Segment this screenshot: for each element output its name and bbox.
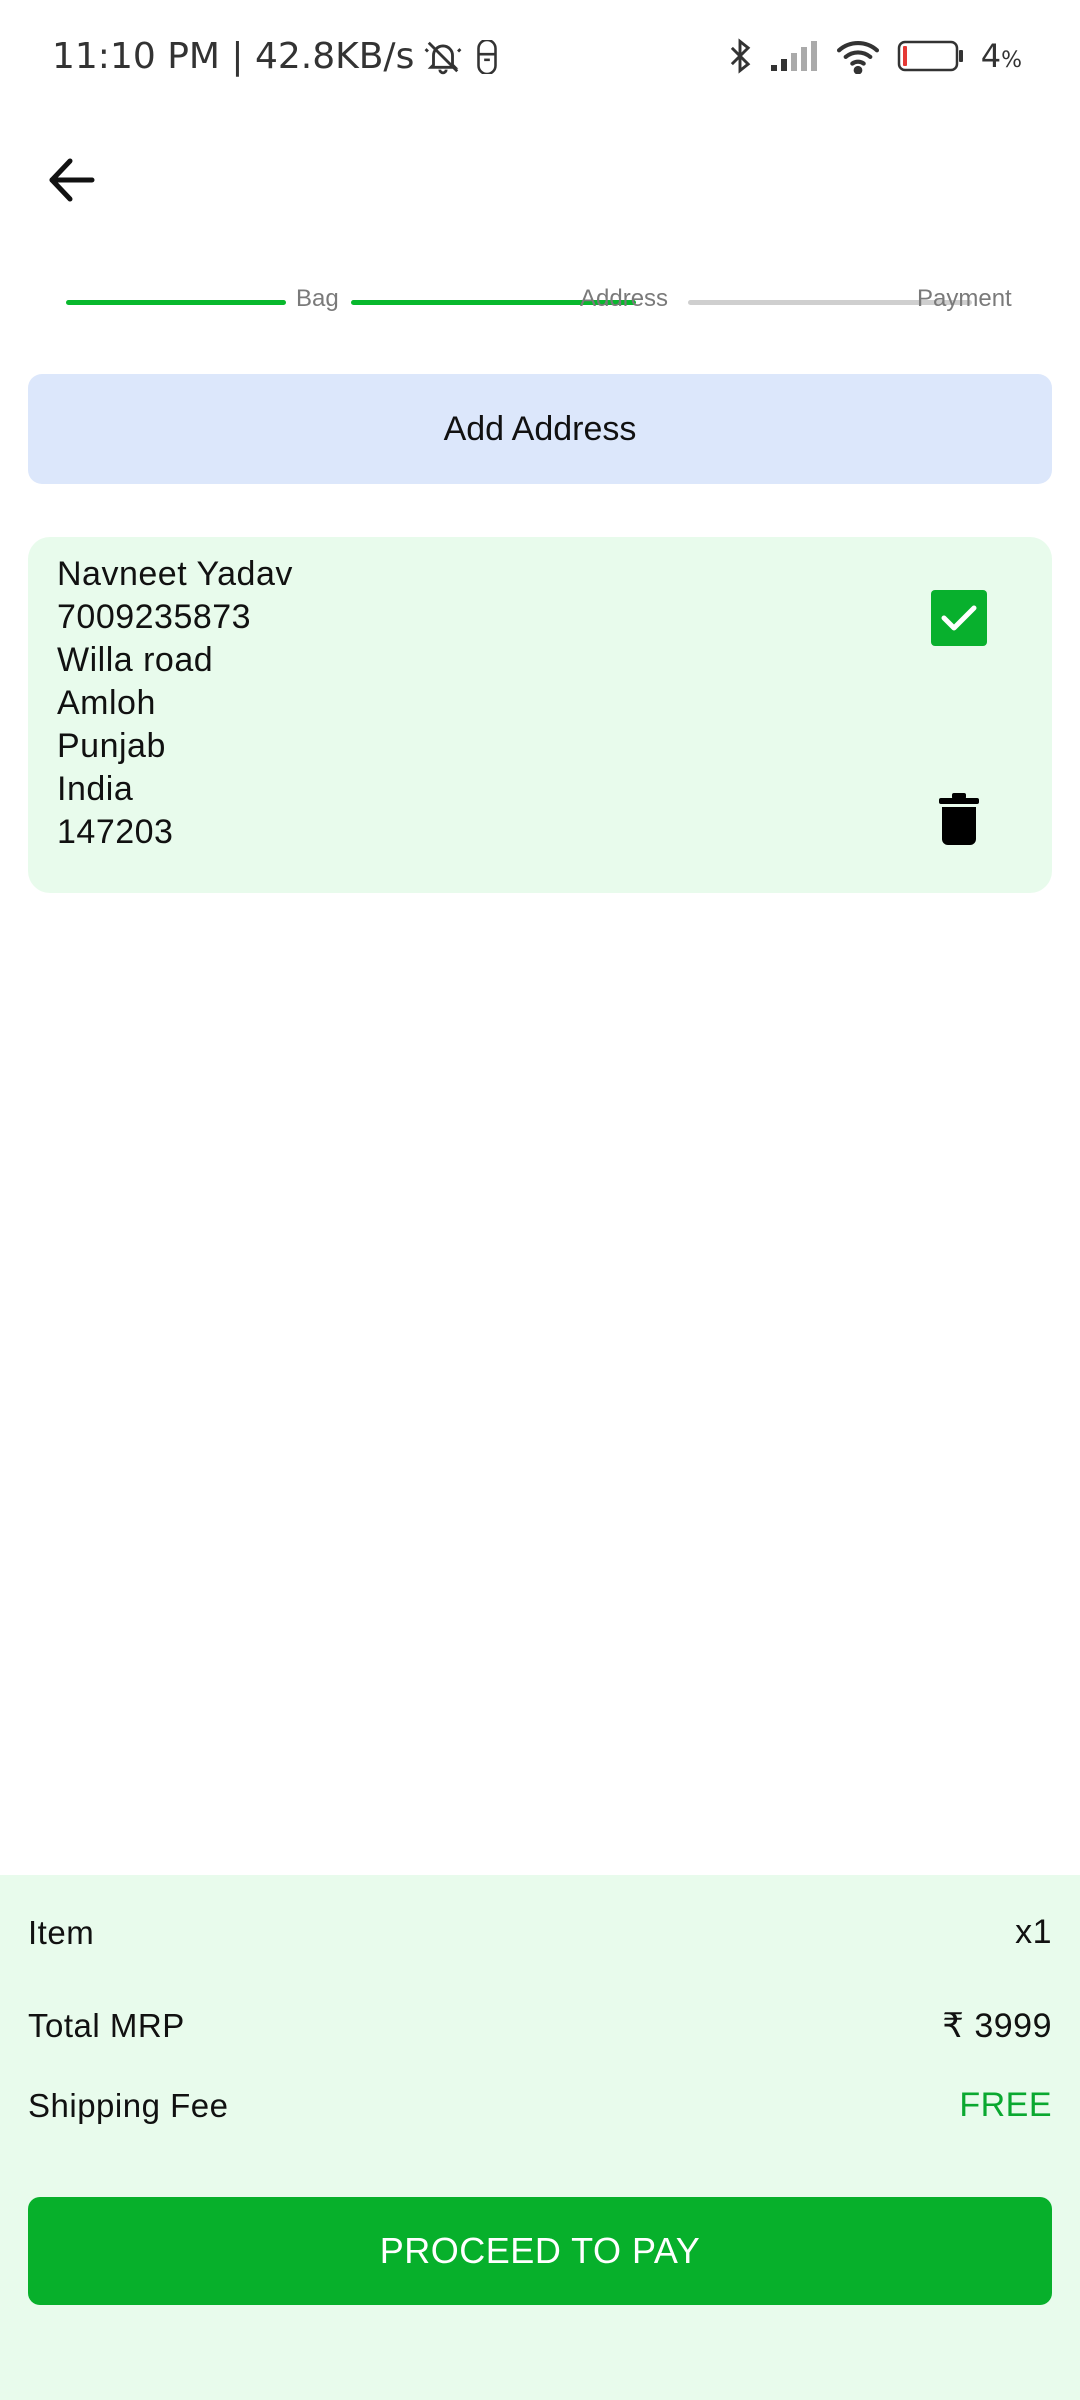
back-button[interactable] — [42, 150, 102, 210]
checkout-address-screen: 11:10 PM | 42.8KB/s 4% Bag Address Payme… — [0, 0, 1080, 2400]
mute-bell-icon — [424, 38, 462, 76]
status-left: 11:10 PM | 42.8KB/s — [52, 36, 502, 77]
delete-address-button[interactable] — [933, 789, 985, 849]
wifi-icon — [835, 38, 881, 74]
summary-mrp-row: Total MRP ₹ 3999 — [28, 2006, 1052, 2046]
battery-icon — [897, 39, 965, 73]
item-value: x1 — [1015, 1913, 1052, 1951]
signal-icon — [769, 39, 819, 73]
address-card[interactable]: Navneet Yadav 7009235873 Willa road Amlo… — [28, 537, 1052, 893]
checkout-stepper: Bag Address Payment — [66, 283, 1020, 323]
bluetooth-icon — [727, 36, 753, 76]
total-mrp-label: Total MRP — [28, 2007, 185, 2044]
address-pincode: 147203 — [57, 813, 174, 851]
arrow-left-icon — [49, 158, 95, 202]
status-right: 4% — [727, 36, 1022, 76]
item-label: Item — [28, 1913, 95, 1951]
status-bar: 11:10 PM | 42.8KB/s 4% — [0, 0, 1080, 120]
select-address-checkbox[interactable] — [931, 590, 987, 646]
address-street: Willa road — [57, 641, 214, 679]
shipping-fee-value: FREE — [959, 2086, 1052, 2124]
address-country: India — [57, 770, 134, 808]
notification-icon — [472, 39, 502, 74]
proceed-to-pay-button[interactable]: PROCEED TO PAY — [28, 2197, 1052, 2305]
trash-icon — [939, 793, 979, 845]
step-label-bag: Bag — [296, 285, 339, 312]
shipping-fee-label: Shipping Fee — [28, 2086, 229, 2124]
step-label-payment: Payment — [917, 285, 1012, 312]
step-label-address: Address — [580, 285, 669, 312]
summary-item-row: Item x1 — [28, 1913, 1052, 1952]
battery-percent: 4% — [980, 37, 1022, 75]
summary-shipping-row: Shipping Fee FREE — [28, 2086, 1052, 2125]
address-state: Punjab — [57, 727, 166, 765]
order-summary: Item x1 Total MRP ₹ 3999 Shipping Fee FR… — [0, 1875, 1080, 2400]
total-mrp-value: ₹ 3999 — [942, 2007, 1052, 2045]
add-address-button[interactable]: Add Address — [28, 374, 1052, 484]
address-name: Navneet Yadav — [57, 555, 293, 593]
checkbox-checked-icon — [941, 605, 977, 631]
address-phone: 7009235873 — [57, 598, 252, 636]
status-time-speed: 11:10 PM | 42.8KB/s — [52, 36, 415, 77]
step-line-bag — [66, 300, 286, 305]
address-details: Navneet Yadav 7009235873 Willa road Amlo… — [57, 553, 293, 854]
address-city: Amloh — [57, 684, 156, 722]
